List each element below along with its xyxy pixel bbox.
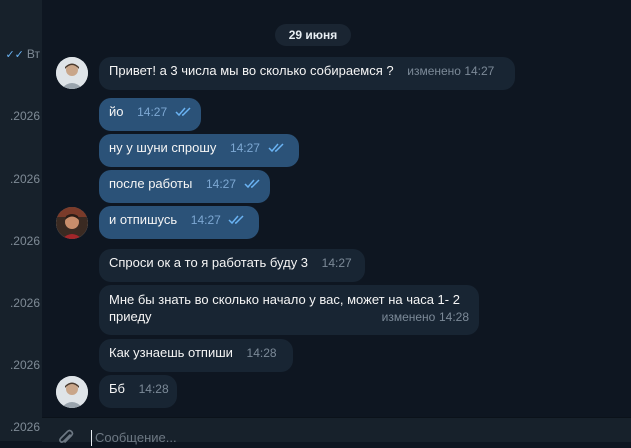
- person-icon: [56, 376, 88, 408]
- message-composer: Сообщение...: [42, 417, 631, 446]
- double-check-icon: ✓✓: [5, 49, 24, 61]
- incoming-message[interactable]: Спроси ок а то я работать буду 3 14:27: [99, 249, 365, 282]
- person-icon: [56, 57, 88, 89]
- chat-list-item-date[interactable]: .2026: [0, 420, 40, 434]
- double-check-icon: [244, 179, 260, 188]
- message-input[interactable]: Сообщение...: [95, 430, 177, 445]
- chat-list-item-date[interactable]: .2026: [0, 109, 40, 123]
- double-check-icon: [228, 215, 244, 224]
- chat-list-strip[interactable]: ✓✓ Вт .2026 .2026 .2026 .2026 .2026 .2026: [0, 0, 42, 441]
- date-separator: 29 июня: [275, 24, 351, 46]
- message-meta: изменено 14:28: [381, 310, 469, 324]
- message-meta: изменено 14:27: [407, 64, 495, 78]
- chat-list-item-date[interactable]: ✓✓ Вт: [0, 47, 40, 61]
- own-avatar[interactable]: [56, 207, 88, 239]
- incoming-message[interactable]: Мне бы знать во сколько начало у вас, мо…: [99, 285, 479, 335]
- telegram-window: ✓✓ Вт .2026 .2026 .2026 .2026 .2026 .2026…: [0, 0, 631, 446]
- incoming-message[interactable]: Привет! а 3 числа мы во сколько собираем…: [99, 57, 515, 90]
- outgoing-message[interactable]: после работы 14:27: [99, 170, 270, 203]
- double-check-icon: [175, 107, 191, 116]
- chat-list-item-date[interactable]: .2026: [0, 172, 40, 186]
- message-history[interactable]: 29 июня Привет! а 3 числа мы во сколько …: [42, 0, 631, 441]
- incoming-message[interactable]: Бб 14:28: [99, 375, 177, 408]
- outgoing-message[interactable]: йо 14:27: [99, 98, 201, 131]
- chat-list-item-date[interactable]: .2026: [0, 234, 40, 248]
- text-cursor: [91, 430, 92, 446]
- chat-list-item-date[interactable]: .2026: [0, 358, 40, 372]
- contact-avatar[interactable]: [56, 376, 88, 408]
- person-icon: [56, 207, 88, 239]
- chat-list-item-date[interactable]: .2026: [0, 296, 40, 310]
- double-check-icon: [268, 143, 284, 152]
- paperclip-icon[interactable]: [56, 428, 76, 448]
- incoming-message[interactable]: Как узнаешь отпиши 14:28: [99, 339, 293, 372]
- outgoing-message[interactable]: и отпишусь 14:27: [99, 206, 259, 239]
- outgoing-message[interactable]: ну у шуни спрошу 14:27: [99, 134, 299, 167]
- contact-avatar[interactable]: [56, 57, 88, 89]
